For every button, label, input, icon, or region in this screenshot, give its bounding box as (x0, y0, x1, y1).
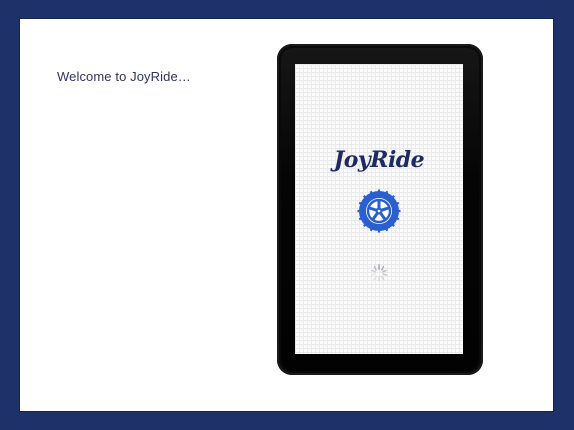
tire-wheel-icon (357, 189, 401, 233)
loading-spinner-icon (370, 264, 388, 282)
joyride-logo: JoyRide (333, 147, 425, 173)
slide-panel: Welcome to JoyRide… JoyRide (20, 19, 553, 411)
device-screen: JoyRide (295, 64, 463, 354)
welcome-text: Welcome to JoyRide… (57, 69, 191, 84)
tablet-device: JoyRide (277, 44, 483, 375)
